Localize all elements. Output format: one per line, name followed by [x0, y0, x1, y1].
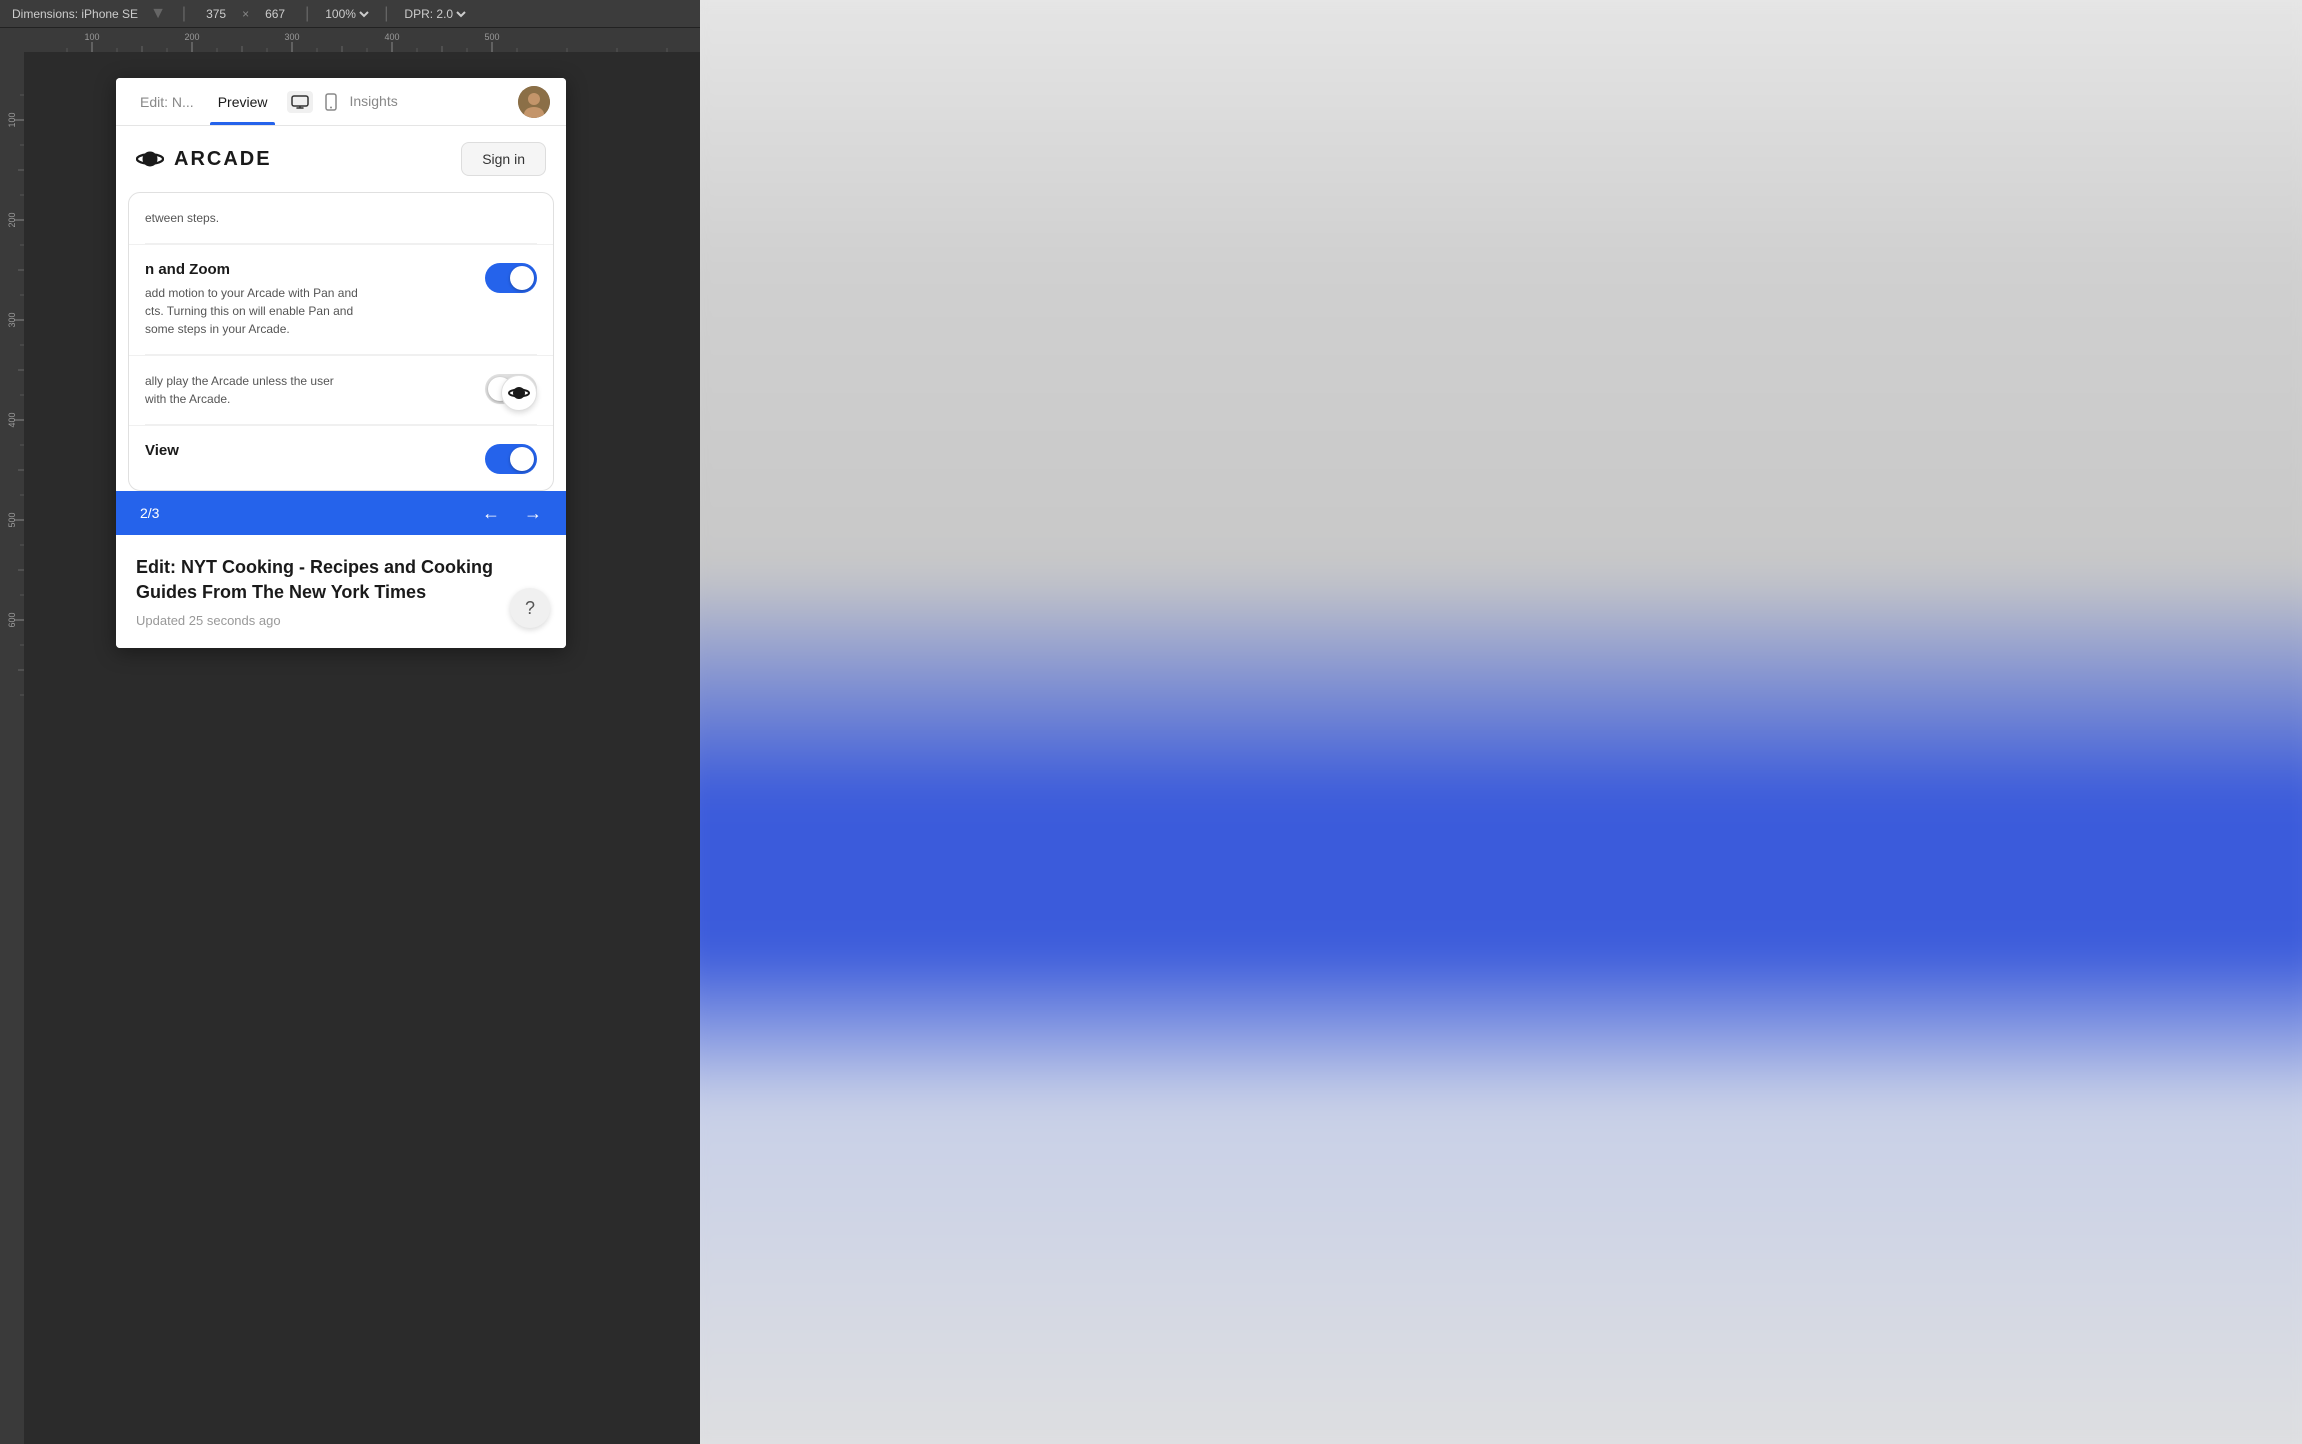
sep3: | — [305, 5, 309, 23]
pan-zoom-toggle[interactable] — [485, 263, 537, 293]
svg-text:600: 600 — [7, 612, 17, 627]
arcade-floating-button[interactable] — [501, 375, 537, 411]
svg-text:400: 400 — [384, 32, 399, 42]
zoom-select[interactable]: 100% — [321, 6, 372, 22]
width-input[interactable] — [198, 7, 234, 21]
pan-zoom-content: n and Zoom add motion to your Arcade wit… — [145, 261, 473, 338]
svg-text:200: 200 — [7, 212, 17, 227]
svg-text:500: 500 — [7, 512, 17, 527]
user-avatar[interactable] — [518, 86, 550, 118]
svg-text:100: 100 — [7, 112, 17, 127]
sign-in-button[interactable]: Sign in — [461, 142, 546, 176]
svg-text:500: 500 — [484, 32, 499, 42]
sep4: | — [384, 5, 388, 23]
view-section-wrapper: View — [129, 425, 553, 490]
view-toggle[interactable] — [485, 444, 537, 474]
tab-edit[interactable]: Edit: N... — [132, 78, 202, 125]
tab-insights[interactable]: Insights — [349, 93, 397, 111]
pan-zoom-desc: add motion to your Arcade with Pan andct… — [145, 284, 473, 338]
view-section: View — [129, 425, 553, 490]
prev-arrow-button[interactable]: ← — [482, 503, 500, 524]
device-selector[interactable]: Dimensions: iPhone SE — [12, 7, 138, 21]
arcade-header: ARCADE Sign in — [116, 126, 566, 192]
between-steps-text: etween steps. — [145, 211, 219, 225]
blurred-preview — [700, 0, 2302, 1444]
svg-text:400: 400 — [7, 412, 17, 427]
svg-text:100: 100 — [84, 32, 99, 42]
autoplay-content: ally play the Arcade unless the userwith… — [145, 372, 473, 408]
autoplay-section: ally play the Arcade unless the userwith… — [129, 355, 553, 424]
tab-preview[interactable]: Preview — [210, 78, 276, 125]
autoplay-desc: ally play the Arcade unless the userwith… — [145, 372, 473, 408]
page-indicator: 2/3 — [140, 505, 159, 521]
svg-text:300: 300 — [7, 312, 17, 327]
pan-zoom-title: n and Zoom — [145, 261, 473, 278]
sep1: ▼ — [150, 5, 166, 23]
h-ruler: 100 200 300 400 500 — [24, 28, 700, 52]
ruler-corner — [0, 28, 24, 52]
next-arrow-button[interactable]: → — [524, 503, 542, 524]
page-info: Edit: NYT Cooking - Recipes and Cooking … — [116, 535, 566, 648]
arcade-logo: ARCADE — [136, 145, 272, 173]
page-updated: Updated 25 seconds ago — [136, 613, 546, 628]
page-title: Edit: NYT Cooking - Recipes and Cooking … — [136, 555, 546, 605]
pan-zoom-section: n and Zoom add motion to your Arcade wit… — [129, 244, 553, 354]
preview-tabbar: Edit: N... Preview — [116, 78, 566, 126]
canvas-area: Edit: N... Preview — [24, 52, 700, 1444]
svg-text:300: 300 — [284, 32, 299, 42]
right-panel — [700, 0, 2302, 1444]
bottom-nav: 2/3 ← → — [116, 491, 566, 535]
card-between-steps: etween steps. — [129, 193, 553, 243]
sep2: | — [182, 5, 186, 23]
phone-preview: Edit: N... Preview — [116, 78, 566, 648]
svg-text:200: 200 — [184, 32, 199, 42]
content-card: etween steps. n and Zoom add motion to y… — [128, 192, 554, 491]
v-ruler: 100 200 300 400 500 600 — [0, 52, 24, 1444]
view-title: View — [145, 442, 473, 459]
height-input[interactable] — [257, 7, 293, 21]
nav-arrows: ← → — [482, 503, 542, 524]
dpr-select[interactable]: DPR: 2.0 — [400, 6, 469, 22]
desktop-icon[interactable] — [287, 91, 313, 113]
view-content: View — [145, 442, 473, 465]
mobile-icon[interactable] — [321, 89, 341, 115]
x-separator: × — [242, 7, 249, 21]
